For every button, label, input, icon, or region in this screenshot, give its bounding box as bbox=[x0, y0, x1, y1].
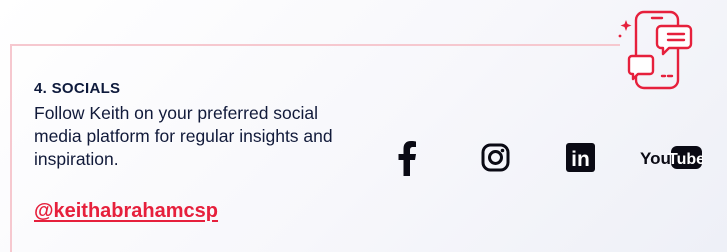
social-handle-link[interactable]: @keithabrahamcsp bbox=[34, 200, 218, 223]
phone-chat-icon bbox=[618, 10, 693, 90]
section-description: Follow Keith on your preferred social me… bbox=[34, 103, 333, 169]
divider-top bbox=[10, 44, 620, 46]
youtube-wordmark-left: You bbox=[640, 149, 671, 168]
linkedin-icon[interactable]: in bbox=[566, 143, 595, 172]
facebook-icon[interactable] bbox=[398, 140, 416, 176]
section-title: 4. SOCIALS bbox=[34, 80, 121, 97]
linkedin-mark: in bbox=[571, 148, 590, 171]
instagram-icon[interactable] bbox=[481, 143, 510, 172]
divider-left bbox=[10, 44, 12, 252]
youtube-wordmark-right: Tube bbox=[668, 151, 703, 168]
youtube-icon[interactable]: You Tube bbox=[640, 143, 703, 172]
